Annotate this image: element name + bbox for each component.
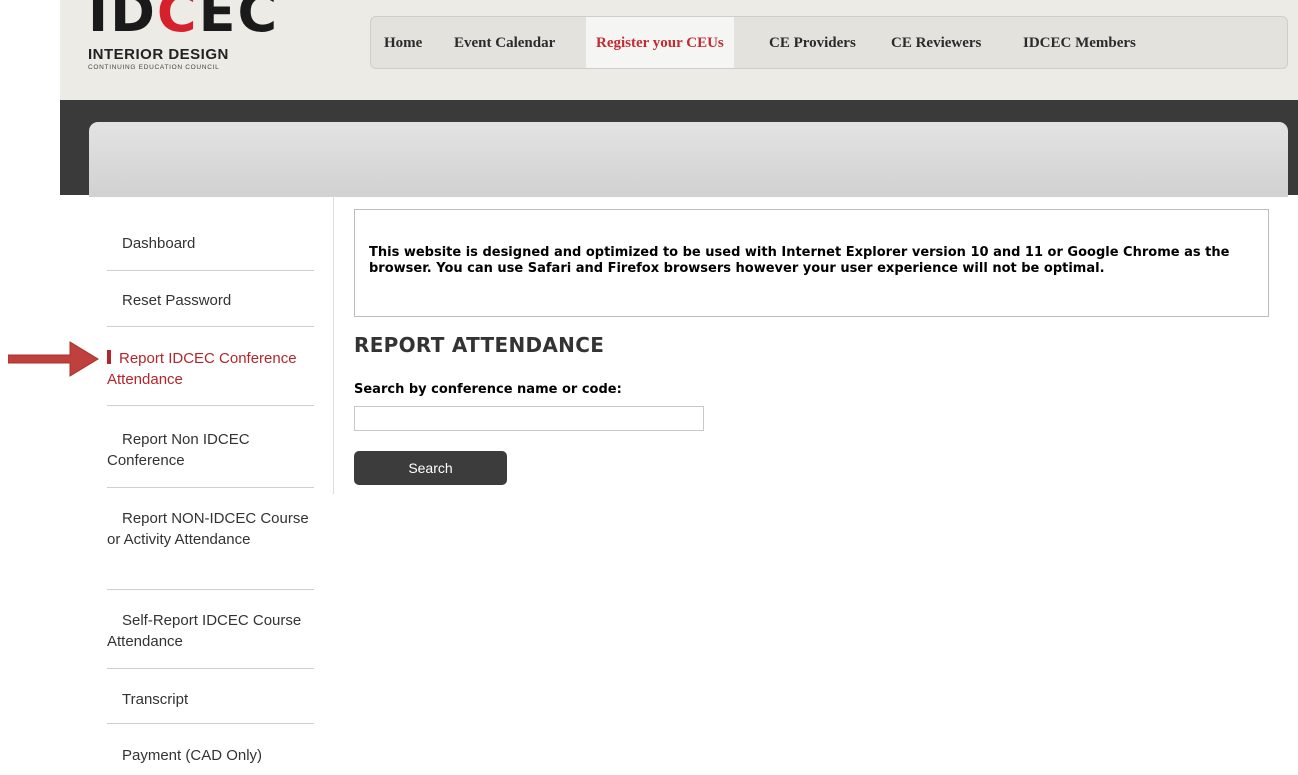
pointer-arrow-icon (8, 341, 99, 377)
sidebar-item-transcript[interactable]: Transcript (107, 689, 314, 710)
sidebar-separator (107, 589, 314, 590)
sidebar-item-payment[interactable]: Payment (CAD Only) (107, 745, 314, 766)
sidebar-divider (333, 196, 334, 494)
sidebar-item-label: Report IDCEC Conference Attendance (107, 350, 297, 388)
browser-compatibility-notice: This website is designed and optimized t… (354, 209, 1269, 317)
nav-ce-reviewers[interactable]: CE Reviewers (891, 17, 981, 68)
conference-search-input[interactable] (354, 406, 704, 431)
nav-home[interactable]: Home (384, 17, 422, 68)
sidebar-item-dashboard[interactable]: Dashboard (107, 233, 314, 254)
sidebar-separator (107, 668, 314, 669)
sidebar-item-self-report-idcec-course[interactable]: Self-Report IDCEC Course Attendance (107, 610, 314, 652)
idcec-logo[interactable]: IDCEC INTERIOR DESIGN CONTINUING EDUCATI… (86, 0, 280, 80)
sidebar-item-reset-password[interactable]: Reset Password (107, 290, 314, 311)
main-nav: Home Event Calendar Register your CEUs C… (370, 16, 1288, 69)
active-indicator (107, 350, 111, 364)
search-label: Search by conference name or code: (354, 382, 622, 397)
logo-line2: CONTINUING EDUCATION COUNCIL (88, 64, 220, 71)
sidebar-separator (107, 326, 314, 327)
sidebar-item-report-idcec-conference[interactable]: Report IDCEC Conference Attendance (107, 348, 314, 390)
search-button[interactable]: Search (354, 451, 507, 485)
nav-event-calendar[interactable]: Event Calendar (454, 17, 555, 68)
page-title: REPORT ATTENDANCE (354, 333, 605, 357)
sidebar-item-report-non-idcec-course[interactable]: Report NON-IDCEC Course or Activity Atte… (107, 508, 314, 550)
logo-line1: INTERIOR DESIGN (88, 46, 229, 63)
nav-idcec-members[interactable]: IDCEC Members (1023, 17, 1136, 68)
banner-panel (89, 122, 1288, 197)
sidebar-separator (107, 270, 314, 271)
nav-ce-providers[interactable]: CE Providers (769, 17, 856, 68)
sidebar-separator (107, 405, 314, 406)
logo-mark: IDCEC (88, 0, 280, 44)
sidebar-separator (107, 723, 314, 724)
nav-register-ceus[interactable]: Register your CEUs (586, 17, 734, 68)
sidebar-separator (107, 487, 314, 488)
sidebar-item-report-non-idcec-conference[interactable]: Report Non IDCEC Conference (107, 429, 314, 471)
